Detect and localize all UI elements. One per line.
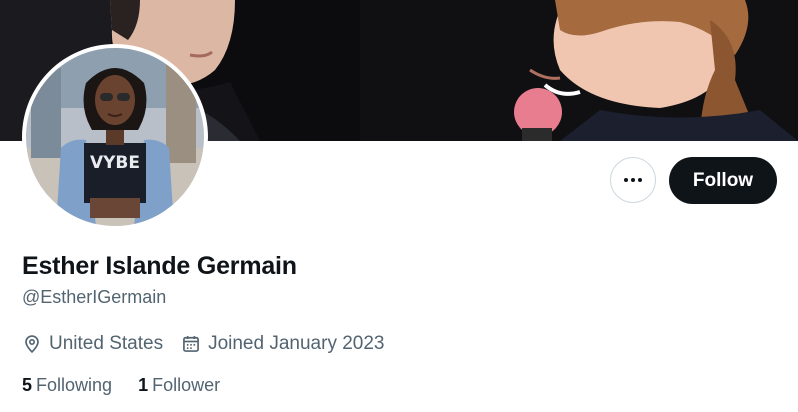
- following-link[interactable]: 5 Following: [22, 375, 112, 396]
- display-name: Esther Islande Germain: [22, 252, 297, 280]
- more-options-button[interactable]: [610, 157, 656, 203]
- followers-count: 1: [138, 375, 149, 395]
- follow-button[interactable]: Follow: [669, 157, 777, 204]
- profile-meta: United States Joined January 2023: [22, 333, 385, 355]
- joined-text: Joined January 2023: [208, 333, 385, 354]
- followers-label: Follower: [152, 375, 221, 395]
- profile-photo: VYBE: [26, 48, 204, 226]
- location-text: United States: [49, 333, 164, 354]
- profile-avatar[interactable]: VYBE: [22, 44, 208, 230]
- calendar-icon: [181, 334, 201, 354]
- more-icon: [624, 178, 642, 182]
- following-label: Following: [36, 375, 113, 395]
- location-pin-icon: [22, 334, 42, 354]
- joined-item: Joined January 2023: [181, 333, 385, 355]
- followers-link[interactable]: 1 Follower: [138, 375, 220, 396]
- svg-text:VYBE: VYBE: [90, 153, 140, 173]
- location-item: United States: [22, 333, 163, 355]
- following-count: 5: [22, 375, 33, 395]
- follow-stats: 5 Following 1 Follower: [22, 375, 220, 396]
- user-handle: @EstherIGermain: [22, 287, 167, 307]
